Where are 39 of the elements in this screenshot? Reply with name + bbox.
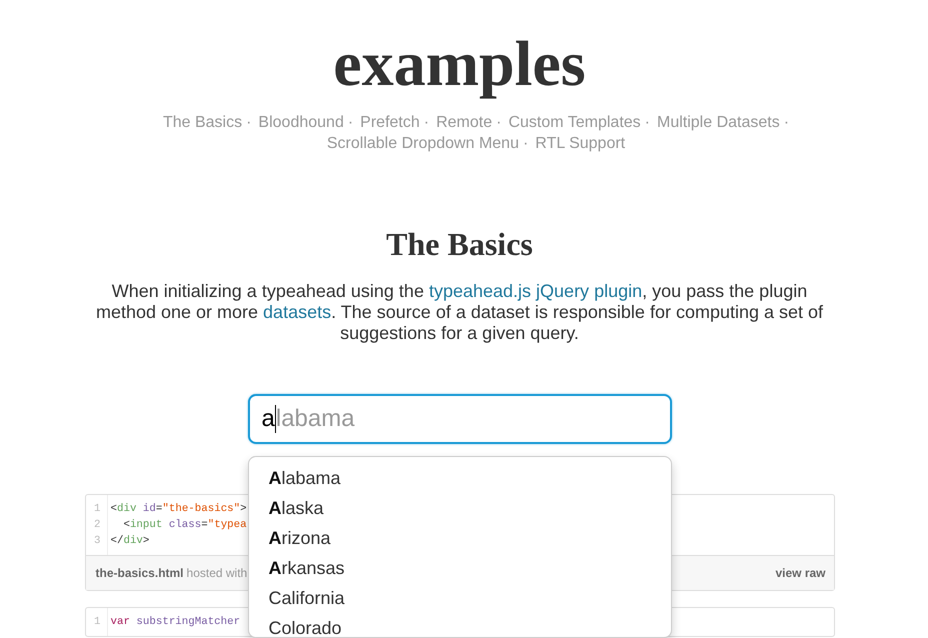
line-number: 3 bbox=[93, 534, 100, 549]
text-link[interactable]: typeahead.js jQuery plugin bbox=[428, 281, 642, 301]
code-line: <input class="typea bbox=[122, 518, 247, 533]
suggestion-item[interactable]: Arizona bbox=[248, 528, 670, 548]
nav-link[interactable]: Bloodhound bbox=[258, 112, 344, 133]
suggestion-item[interactable]: Colorado bbox=[248, 618, 670, 637]
code-line: </div> bbox=[110, 534, 150, 549]
suggestion-item[interactable]: Alabama bbox=[248, 468, 670, 488]
site-title: examples bbox=[333, 27, 586, 101]
nav-link[interactable]: Remote bbox=[436, 112, 492, 133]
nav-separator: · bbox=[522, 134, 528, 154]
nav-separator: · bbox=[246, 113, 252, 133]
view-raw-link[interactable]: view raw bbox=[775, 566, 826, 580]
typeahead-field[interactable]: alabama bbox=[248, 394, 672, 444]
text-cursor-icon bbox=[274, 405, 276, 433]
suggestion-item[interactable]: Arkansas bbox=[248, 558, 670, 578]
file-link[interactable]: the-basics.html bbox=[96, 566, 184, 580]
nav-separator: · bbox=[784, 113, 790, 133]
nav-link[interactable]: Prefetch bbox=[360, 112, 420, 133]
nav-separator: · bbox=[496, 113, 502, 133]
nav-link[interactable]: Scrollable Dropdown Menu bbox=[326, 133, 519, 154]
nav-link[interactable]: Custom Templates bbox=[508, 112, 641, 133]
code-line: <div id="the-basics"> bbox=[110, 502, 247, 517]
line-number: 2 bbox=[93, 518, 100, 533]
suggestion-item[interactable]: California bbox=[248, 588, 670, 608]
nav-separator: · bbox=[348, 113, 354, 133]
intro-paragraph: When initializing a typeahead using the typeahead.js jQuery plugin, you pass the plugin method one or more datasets. The source of a dataset is responsible for computing a set of suggestions for a given query. bbox=[94, 281, 824, 344]
nav-link[interactable]: The Basics bbox=[162, 112, 242, 133]
section-heading: The Basics bbox=[386, 225, 533, 264]
text-link[interactable]: datasets bbox=[263, 302, 332, 322]
suggestion-item[interactable]: Alaska bbox=[248, 498, 670, 518]
line-number: 1 bbox=[93, 502, 100, 517]
nav-separator: · bbox=[644, 113, 650, 133]
nav-link[interactable]: Multiple Datasets bbox=[656, 112, 780, 133]
code-line: var substringMatcher bbox=[110, 615, 240, 630]
line-number: 1 bbox=[93, 615, 100, 630]
nav-link[interactable]: RTL Support bbox=[535, 133, 626, 154]
footer-text: hosted with bbox=[186, 566, 248, 580]
nav-separator: · bbox=[424, 113, 430, 133]
